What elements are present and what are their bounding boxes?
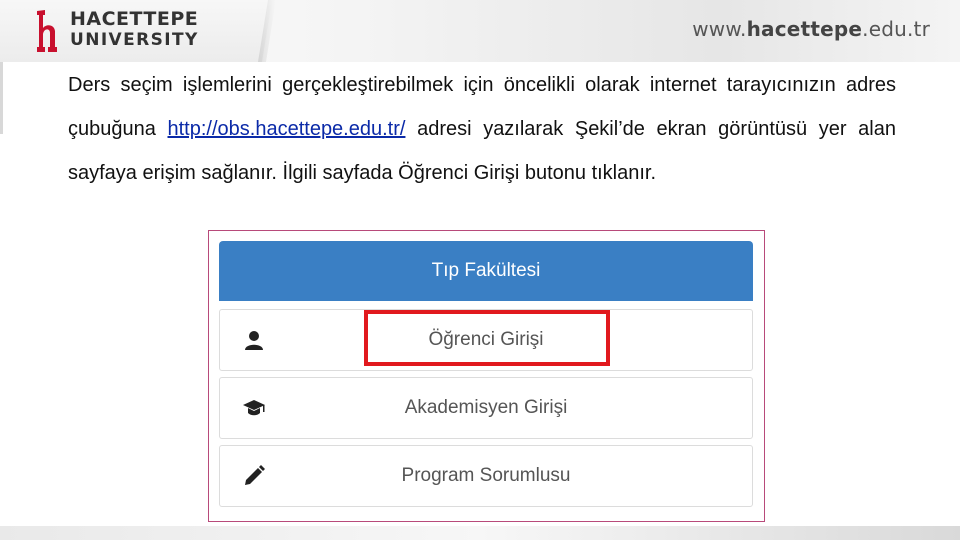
highlight-box (364, 310, 610, 366)
header-bar: HACETTEPE UNIVERSITY www.hacettepe.edu.t… (0, 0, 960, 62)
login-screenshot: Tıp Fakültesi Öğrenci Girişi Akademisyen… (208, 230, 765, 522)
academic-login-button[interactable]: Akademisyen Girişi (219, 377, 753, 439)
program-manager-label: Program Sorumlusu (401, 465, 571, 486)
obs-link[interactable]: http://obs.hacettepe.edu.tr/ (168, 118, 406, 140)
logo-line-2: UNIVERSITY (70, 30, 199, 50)
faculty-title: Tıp Fakültesi (219, 241, 753, 301)
site-url-bold: hacettepe (746, 17, 863, 41)
left-rule (0, 62, 3, 134)
site-url-suffix: .edu.tr (862, 17, 930, 41)
logo-wordmark: HACETTEPE UNIVERSITY (70, 9, 199, 51)
logo-line-1: HACETTEPE (70, 8, 199, 30)
hacettepe-emblem-icon (37, 10, 57, 52)
academic-login-label: Akademisyen Girişi (404, 397, 568, 418)
site-url-prefix: www. (692, 17, 747, 41)
program-manager-button[interactable]: Program Sorumlusu (219, 445, 753, 507)
bottom-strip (0, 526, 960, 540)
site-url: www.hacettepe.edu.tr (692, 17, 930, 41)
instruction-paragraph: Ders seçim işlemlerini gerçekleştirebilm… (68, 63, 896, 195)
